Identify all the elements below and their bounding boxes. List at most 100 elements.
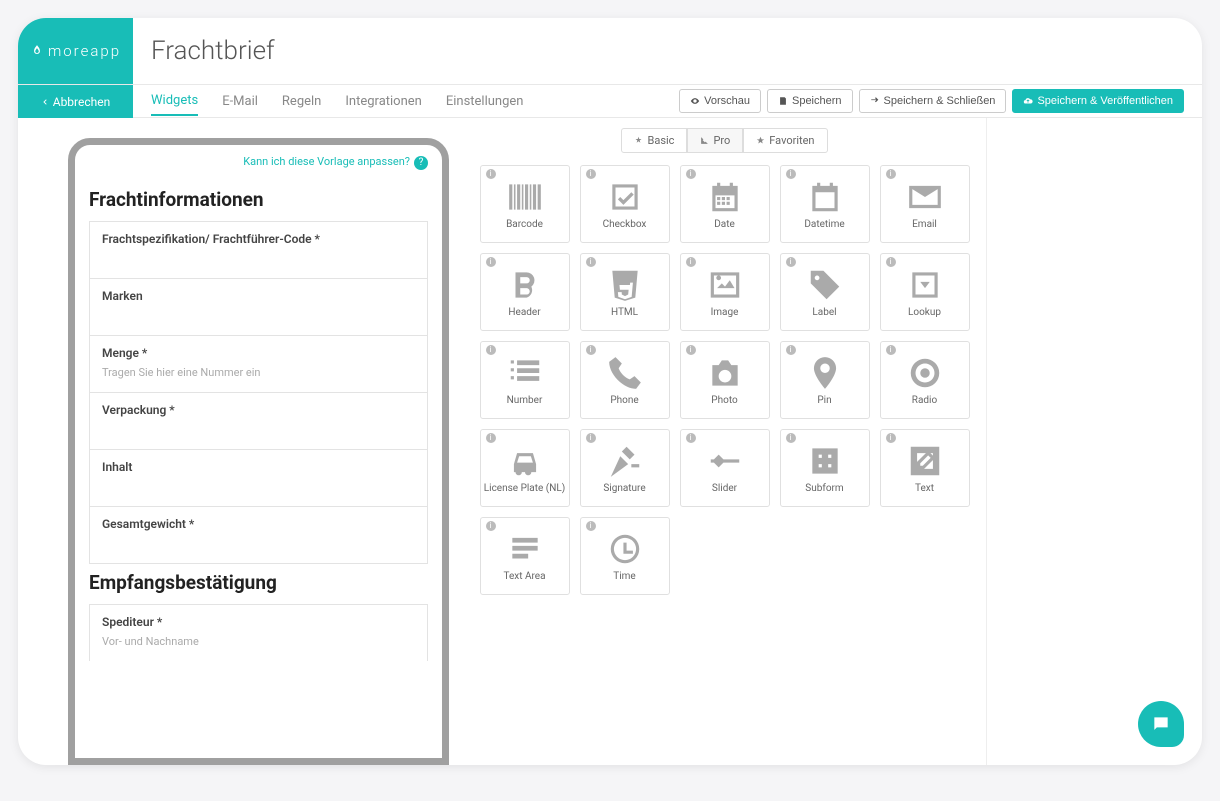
widget-pencil-square[interactable]: iText bbox=[880, 429, 970, 507]
info-icon[interactable]: i bbox=[786, 345, 796, 355]
chat-fab[interactable] bbox=[1138, 701, 1184, 747]
save-publish-button[interactable]: Speichern & Veröffentlichen bbox=[1012, 89, 1184, 113]
tab-rules[interactable]: Regeln bbox=[282, 88, 321, 115]
info-icon[interactable]: i bbox=[886, 169, 896, 179]
help-link[interactable]: Kann ich diese Vorlage anpassen?? bbox=[75, 145, 442, 180]
widget-label: Date bbox=[714, 219, 735, 234]
info-icon[interactable]: i bbox=[786, 257, 796, 267]
form-field[interactable]: Menge *Tragen Sie hier eine Nummer ein bbox=[89, 335, 428, 393]
info-icon[interactable]: i bbox=[786, 169, 796, 179]
image-icon bbox=[706, 263, 744, 307]
info-icon[interactable]: i bbox=[586, 257, 596, 267]
widget-label: Number bbox=[507, 395, 543, 410]
info-icon[interactable]: i bbox=[486, 521, 496, 531]
barcode-icon bbox=[506, 175, 544, 219]
field-label: Spediteur * bbox=[102, 615, 415, 629]
segment-pro[interactable]: Pro bbox=[687, 128, 743, 153]
form-field[interactable]: Marken bbox=[89, 278, 428, 336]
widget-plus-square[interactable]: iSubform bbox=[780, 429, 870, 507]
widget-label: Checkbox bbox=[603, 219, 647, 234]
section-header: Frachtinformationen bbox=[89, 188, 428, 211]
widget-clock[interactable]: i Time bbox=[580, 517, 670, 595]
widget-label: Label bbox=[812, 307, 836, 322]
field-placeholder: Tragen Sie hier eine Nummer ein bbox=[102, 366, 415, 379]
info-icon[interactable]: i bbox=[686, 169, 696, 179]
info-icon[interactable]: i bbox=[486, 257, 496, 267]
info-icon[interactable]: i bbox=[486, 345, 496, 355]
widget-tag[interactable]: i Label bbox=[780, 253, 870, 331]
info-icon[interactable]: i bbox=[586, 345, 596, 355]
save-close-button[interactable]: Speichern & Schließen bbox=[859, 89, 1007, 113]
info-icon[interactable]: i bbox=[686, 257, 696, 267]
form-field[interactable]: Verpackung * bbox=[89, 392, 428, 450]
field-label: Frachtspezifikation/ Frachtführer-Code * bbox=[102, 232, 415, 246]
gavel-icon bbox=[606, 439, 644, 483]
info-icon[interactable]: i bbox=[586, 169, 596, 179]
widget-calendar[interactable]: i Date bbox=[680, 165, 770, 243]
widget-barcode[interactable]: i Barcode bbox=[480, 165, 570, 243]
bold-icon bbox=[506, 263, 544, 307]
widget-radio[interactable]: i Radio bbox=[880, 341, 970, 419]
widget-lines[interactable]: iText Area bbox=[480, 517, 570, 595]
cancel-button[interactable]: Abbrechen bbox=[18, 85, 133, 118]
info-icon[interactable]: i bbox=[486, 433, 496, 443]
field-label: Inhalt bbox=[102, 460, 415, 474]
widget-label: Slider bbox=[712, 483, 737, 498]
form-field[interactable]: Gesamtgewicht * bbox=[89, 506, 428, 564]
widget-numbered-list[interactable]: i Number bbox=[480, 341, 570, 419]
segment-favorites[interactable]: Favoriten bbox=[743, 128, 827, 153]
tab-email[interactable]: E-Mail bbox=[222, 88, 258, 115]
widget-html5[interactable]: iHTML bbox=[580, 253, 670, 331]
form-field[interactable]: Spediteur *Vor- und Nachname bbox=[89, 604, 428, 661]
info-icon[interactable]: i bbox=[586, 521, 596, 531]
widget-envelope[interactable]: iEmail bbox=[880, 165, 970, 243]
info-icon[interactable]: i bbox=[686, 433, 696, 443]
widget-checkbox[interactable]: i Checkbox bbox=[580, 165, 670, 243]
preview-button[interactable]: Vorschau bbox=[679, 89, 761, 113]
slider-icon bbox=[706, 439, 744, 483]
nav-tabs: Widgets E-Mail Regeln Integrationen Eins… bbox=[133, 85, 679, 117]
form-field[interactable]: Inhalt bbox=[89, 449, 428, 507]
widget-label: Signature bbox=[603, 483, 645, 498]
widget-gavel[interactable]: i Signature bbox=[580, 429, 670, 507]
widget-dropdown[interactable]: iLookup bbox=[880, 253, 970, 331]
info-icon[interactable]: i bbox=[886, 257, 896, 267]
info-icon[interactable]: i bbox=[886, 345, 896, 355]
widget-calendar-empty[interactable]: iDatetime bbox=[780, 165, 870, 243]
info-icon[interactable]: i bbox=[486, 169, 496, 179]
tab-widgets[interactable]: Widgets bbox=[151, 87, 198, 116]
tag-icon bbox=[806, 263, 844, 307]
widget-camera[interactable]: iPhoto bbox=[680, 341, 770, 419]
html5-icon bbox=[606, 263, 644, 307]
info-icon[interactable]: i bbox=[586, 433, 596, 443]
help-icon: ? bbox=[414, 156, 428, 170]
camera-icon bbox=[706, 351, 744, 395]
tab-settings[interactable]: Einstellungen bbox=[446, 88, 524, 115]
brand-logo: moreapp bbox=[18, 18, 133, 84]
form-field[interactable]: Frachtspezifikation/ Frachtführer-Code * bbox=[89, 221, 428, 279]
info-icon[interactable]: i bbox=[786, 433, 796, 443]
widget-label: License Plate (NL) bbox=[484, 483, 565, 498]
widget-image[interactable]: iImage bbox=[680, 253, 770, 331]
page-title: Frachtbrief bbox=[151, 36, 275, 66]
car-icon bbox=[506, 439, 544, 483]
section-header: Empfangsbestätigung bbox=[89, 571, 428, 594]
tab-integrations[interactable]: Integrationen bbox=[345, 88, 421, 115]
widget-label: Pin bbox=[817, 395, 831, 410]
form-preview: Kann ich diese Vorlage anpassen?? Fracht… bbox=[68, 138, 449, 765]
widget-slider[interactable]: i Slider bbox=[680, 429, 770, 507]
widget-car[interactable]: i License Plate (NL) bbox=[480, 429, 570, 507]
widget-label: Time bbox=[613, 571, 635, 586]
segment-basic[interactable]: Basic bbox=[621, 128, 687, 153]
widget-pin[interactable]: i Pin bbox=[780, 341, 870, 419]
info-icon[interactable]: i bbox=[686, 345, 696, 355]
widget-phone[interactable]: i Phone bbox=[580, 341, 670, 419]
widget-label: Barcode bbox=[506, 219, 543, 234]
widget-label: Radio bbox=[912, 395, 937, 410]
info-icon[interactable]: i bbox=[886, 433, 896, 443]
save-button[interactable]: Speichern bbox=[767, 89, 853, 113]
widget-bold[interactable]: iHeader bbox=[480, 253, 570, 331]
widget-label: Phone bbox=[610, 395, 638, 410]
numbered-list-icon bbox=[506, 351, 544, 395]
lines-icon bbox=[506, 527, 544, 571]
